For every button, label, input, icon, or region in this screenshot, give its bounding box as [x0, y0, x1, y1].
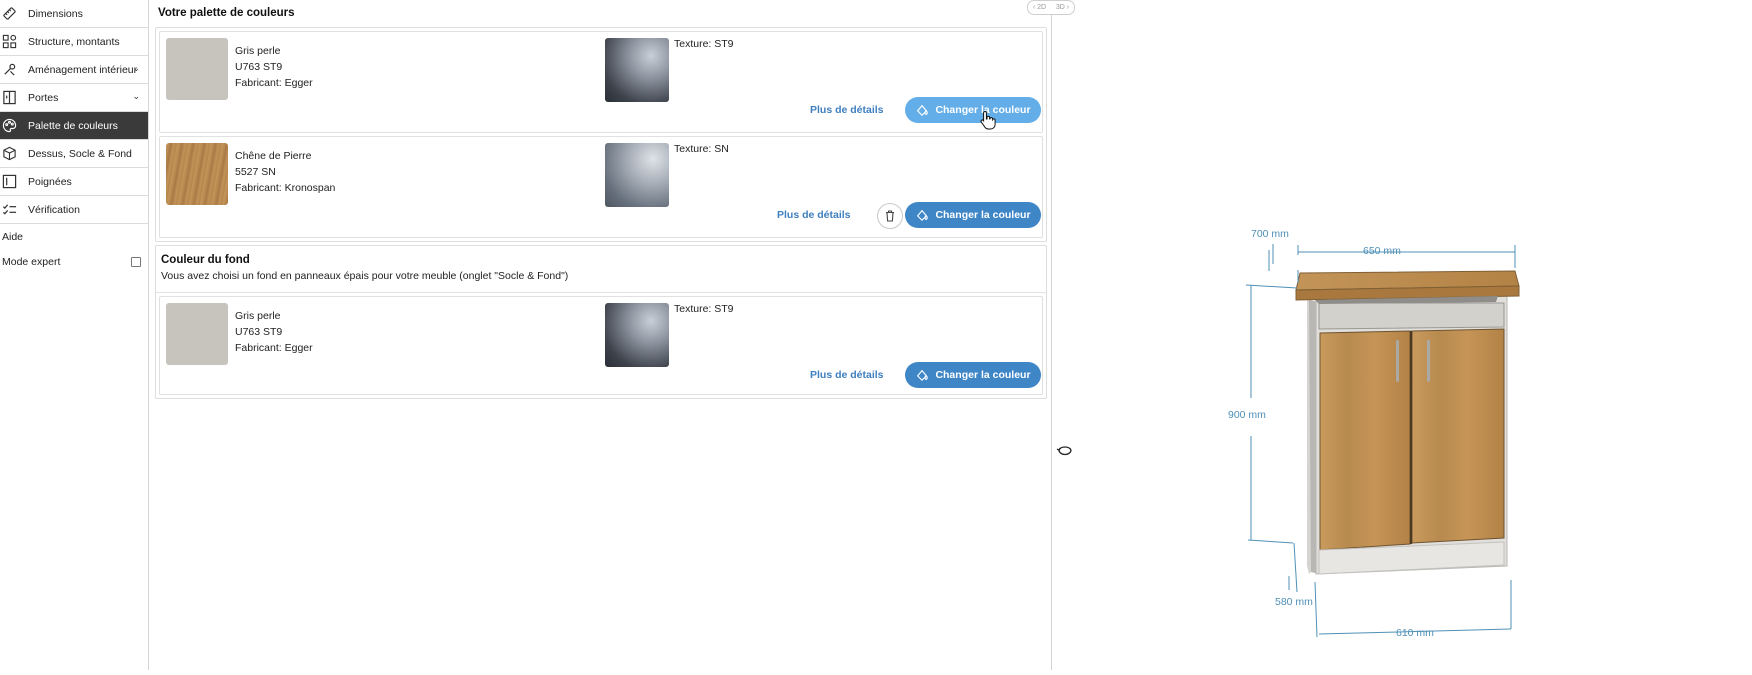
texture-thumbnail: [605, 38, 669, 102]
dimension-depth-top: 700 mm: [1251, 228, 1289, 240]
texture-label: Texture: ST9: [674, 38, 734, 50]
ruler-icon: [1, 6, 17, 22]
cabinet-side: [1297, 296, 1311, 574]
dimension-height: 900 mm: [1228, 409, 1266, 421]
chevron-down-icon: ⌄: [132, 63, 140, 73]
color-code: U763 ST9: [235, 326, 283, 338]
expert-mode-checkbox[interactable]: [131, 256, 141, 267]
details-link[interactable]: Plus de détails: [810, 104, 884, 116]
paint-bucket-icon: [917, 209, 929, 222]
hand-cursor-icon: [980, 110, 996, 130]
change-color-label: Changer la couleur: [935, 209, 1031, 221]
sidebar-item-label: Palette de couleurs: [28, 119, 118, 132]
color-swatch: [166, 38, 228, 100]
3d-viewer[interactable]: 700 mm 650 mm 900 mm 580 mm 610 mm: [1053, 0, 1752, 670]
view-2d-label: 2D: [1037, 4, 1047, 11]
texture-label: Texture: SN: [674, 143, 729, 155]
dimension-width-bottom: 610 mm: [1396, 627, 1434, 639]
help-label: Aide: [2, 230, 24, 243]
sidebar-item-label: Portes: [28, 91, 59, 104]
delete-button[interactable]: [877, 203, 903, 229]
texture-label: Texture: ST9: [674, 303, 734, 315]
dimension-depth-bottom: 580 mm: [1275, 596, 1313, 608]
paint-bucket-icon: [917, 104, 929, 117]
cube-icon: [1, 146, 17, 162]
color-info: Gris perle U763 ST9 Fabricant: Egger: [235, 43, 313, 91]
sidebar-item-label: Poignées: [28, 175, 72, 188]
help-link[interactable]: Aide: [0, 224, 148, 249]
structure-icon: [1, 34, 17, 50]
sidebar: Dimensions Structure, montants Aménageme…: [0, 0, 149, 670]
paint-bucket-icon: [917, 369, 929, 382]
change-color-button[interactable]: Changer la couleur: [905, 97, 1041, 123]
color-item: Gris perle U763 ST9 Fabricant: Egger Tex…: [159, 31, 1043, 133]
color-maker: Fabricant: Egger: [235, 342, 313, 354]
view-2d-toggle[interactable]: ‹ 2D: [1033, 4, 1046, 11]
color-name: Gris perle: [235, 310, 281, 322]
color-name: Gris perle: [235, 45, 281, 57]
color-item: Gris perle U763 ST9 Fabricant: Egger Tex…: [159, 296, 1043, 395]
change-color-label: Changer la couleur: [935, 369, 1031, 381]
sidebar-item-label: Dimensions: [28, 7, 83, 20]
chevron-down-icon: ⌄: [132, 91, 140, 101]
door-icon: [1, 90, 17, 106]
change-color-button[interactable]: Changer la couleur: [905, 362, 1041, 388]
texture-thumbnail: [605, 303, 669, 367]
trash-icon: [886, 210, 894, 222]
sidebar-item-label: Vérification: [28, 203, 80, 216]
main-panel: Votre palette de couleurs Gris perle U76…: [149, 0, 1051, 670]
tools-icon: [1, 62, 17, 78]
sidebar-item-dimensions[interactable]: Dimensions: [0, 0, 148, 28]
details-link[interactable]: Plus de détails: [810, 369, 884, 381]
color-code: U763 ST9: [235, 61, 283, 73]
color-maker: Fabricant: Kronospan: [235, 182, 336, 194]
sidebar-item-palette[interactable]: Palette de couleurs: [0, 112, 148, 140]
color-swatch: [166, 143, 228, 205]
sidebar-item-structure[interactable]: Structure, montants: [0, 28, 148, 56]
color-maker: Fabricant: Egger: [235, 77, 313, 89]
change-color-button[interactable]: Changer la couleur: [905, 202, 1041, 228]
expert-mode-label: Mode expert: [2, 255, 61, 268]
color-info: Chêne de Pierre 5527 SN Fabricant: Krono…: [235, 148, 335, 196]
sidebar-item-poignees[interactable]: Poignées: [0, 168, 148, 196]
handle-icon: [1, 174, 17, 190]
color-info: Gris perle U763 ST9 Fabricant: Egger: [235, 308, 313, 356]
panel-divider[interactable]: [1051, 0, 1052, 670]
sidebar-item-dessus[interactable]: Dessus, Socle & Fond: [0, 140, 148, 168]
cabinet-right-door: [1411, 328, 1505, 544]
sidebar-item-portes[interactable]: Portes ⌄: [0, 84, 148, 112]
details-link[interactable]: Plus de détails: [777, 209, 851, 221]
door-handle: [1427, 340, 1430, 382]
door-handle: [1396, 340, 1399, 382]
palette-title: Votre palette de couleurs: [158, 7, 295, 19]
background-description: Vous avez choisi un fond en panneaux épa…: [161, 270, 569, 282]
checklist-icon: [1, 202, 17, 218]
cabinet-drawer: [1318, 302, 1505, 330]
color-swatch: [166, 303, 228, 365]
texture-thumbnail: [605, 143, 669, 207]
palette-icon: [1, 118, 17, 134]
color-code: 5527 SN: [235, 166, 276, 178]
cabinet-3d-render: 700 mm 650 mm 900 mm 580 mm 610 mm: [1228, 228, 1520, 639]
background-item-card: Gris perle U763 ST9 Fabricant: Egger Tex…: [155, 292, 1047, 399]
dimension-width-top: 650 mm: [1363, 245, 1401, 257]
sidebar-item-label: Dessus, Socle & Fond: [28, 147, 132, 160]
color-item: Chêne de Pierre 5527 SN Fabricant: Krono…: [159, 136, 1043, 238]
sidebar-item-label: Aménagement intérieur: [28, 63, 138, 76]
palette-card: Gris perle U763 ST9 Fabricant: Egger Tex…: [155, 27, 1047, 242]
background-title: Couleur du fond: [161, 254, 250, 266]
expert-mode-row: Mode expert: [0, 249, 148, 274]
sidebar-item-amenagement[interactable]: Aménagement intérieur ⌄: [0, 56, 148, 84]
sidebar-item-verification[interactable]: Vérification: [0, 196, 148, 224]
sidebar-item-label: Structure, montants: [28, 35, 120, 48]
color-name: Chêne de Pierre: [235, 150, 312, 162]
